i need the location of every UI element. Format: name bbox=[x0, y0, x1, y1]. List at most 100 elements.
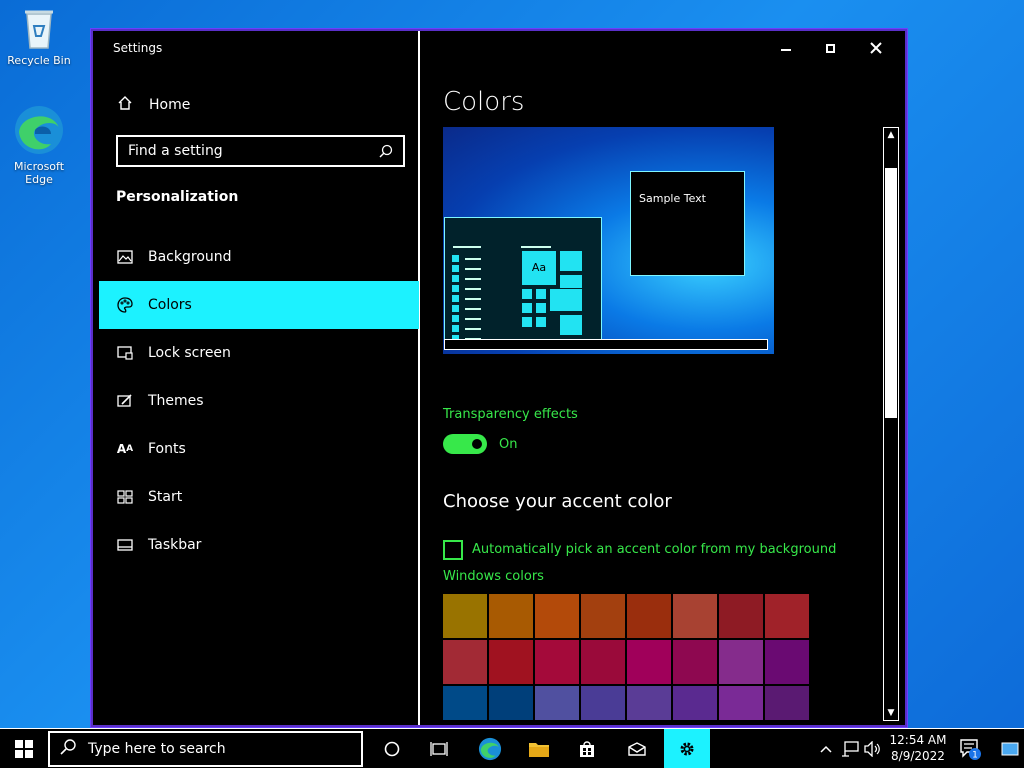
preview-tile bbox=[535, 302, 547, 314]
clock-date: 8/9/2022 bbox=[891, 749, 945, 763]
start-icon bbox=[116, 488, 134, 506]
preview-app-line bbox=[465, 328, 481, 330]
taskbar-icon bbox=[116, 536, 134, 554]
accent-swatch[interactable] bbox=[627, 686, 671, 720]
preview-app-square bbox=[451, 264, 460, 273]
accent-swatch[interactable] bbox=[489, 640, 533, 684]
accent-swatch[interactable] bbox=[673, 640, 717, 684]
accent-swatch[interactable] bbox=[443, 594, 487, 638]
taskbar: Type here to search 12:54 AM 8/9/2022 1 bbox=[0, 728, 1024, 768]
gear-icon bbox=[680, 742, 694, 756]
accent-swatch[interactable] bbox=[673, 686, 717, 720]
accent-swatch[interactable] bbox=[765, 686, 809, 720]
notification-icon: 1 bbox=[960, 739, 981, 760]
store-icon bbox=[580, 741, 594, 757]
accent-swatch[interactable] bbox=[535, 640, 579, 684]
cortana-button[interactable] bbox=[369, 729, 415, 768]
file-explorer-button[interactable] bbox=[516, 729, 562, 768]
edge-desktop-icon[interactable]: Microsoft Edge bbox=[1, 104, 77, 186]
mail-icon bbox=[628, 742, 646, 756]
preview-tile bbox=[521, 288, 533, 300]
accent-swatch[interactable] bbox=[765, 594, 809, 638]
preview-app-square bbox=[451, 314, 460, 323]
accent-swatch[interactable] bbox=[673, 594, 717, 638]
preview-start-menu: Aa bbox=[444, 217, 602, 343]
transparency-toggle[interactable] bbox=[443, 434, 487, 454]
accent-swatch[interactable] bbox=[765, 640, 809, 684]
accent-swatch[interactable] bbox=[489, 686, 533, 720]
accent-swatch[interactable] bbox=[719, 640, 763, 684]
task-view-icon bbox=[430, 742, 448, 756]
preview-app-line bbox=[465, 318, 481, 320]
accent-swatch[interactable] bbox=[443, 640, 487, 684]
mail-button[interactable] bbox=[614, 729, 660, 768]
accent-swatch[interactable] bbox=[627, 594, 671, 638]
scroll-down-icon[interactable]: ▼ bbox=[884, 706, 898, 720]
lock-screen-icon bbox=[116, 344, 134, 362]
scroll-up-icon[interactable]: ▲ bbox=[884, 128, 898, 142]
edge-label-line1: Microsoft bbox=[13, 160, 65, 173]
accent-swatch[interactable] bbox=[535, 686, 579, 720]
accent-swatch[interactable] bbox=[535, 594, 579, 638]
auto-accent-label[interactable]: Automatically pick an accent color from … bbox=[472, 542, 836, 557]
preview-app-square bbox=[451, 284, 460, 293]
show-hidden-icons-button[interactable] bbox=[815, 729, 837, 768]
show-desktop-button[interactable] bbox=[996, 729, 1024, 768]
preview-tile bbox=[521, 302, 533, 314]
accent-swatch[interactable] bbox=[719, 594, 763, 638]
accent-swatch[interactable] bbox=[581, 594, 625, 638]
sidebar-item-themes[interactable]: Themes bbox=[99, 377, 419, 425]
accent-swatch[interactable] bbox=[443, 686, 487, 720]
sidebar-item-label: Background bbox=[148, 249, 232, 265]
action-center-button[interactable]: 1 bbox=[952, 729, 988, 768]
scroll-thumb[interactable] bbox=[885, 168, 897, 418]
taskbar-edge-button[interactable] bbox=[467, 729, 513, 768]
taskbar-search-box[interactable]: Type here to search bbox=[48, 731, 363, 767]
accent-swatch[interactable] bbox=[719, 686, 763, 720]
home-nav-item[interactable]: Home bbox=[117, 95, 190, 115]
preview-sample-text: Sample Text bbox=[639, 192, 706, 205]
start-button[interactable] bbox=[0, 729, 48, 768]
preview-taskbar bbox=[444, 339, 768, 350]
preview-app-line bbox=[465, 278, 481, 280]
find-setting-input[interactable]: Find a setting bbox=[116, 135, 405, 167]
auto-accent-checkbox[interactable] bbox=[443, 540, 463, 560]
sidebar-item-label: Themes bbox=[148, 393, 204, 409]
recycle-bin-icon bbox=[25, 10, 53, 49]
desktop-icon bbox=[1001, 742, 1019, 756]
sidebar-item-lock-screen[interactable]: Lock screen bbox=[99, 329, 419, 377]
edge-label-line2: Edge bbox=[25, 173, 53, 186]
transparency-label: Transparency effects bbox=[443, 407, 578, 422]
preview-tile: Aa bbox=[521, 250, 557, 286]
cortana-icon bbox=[384, 741, 400, 757]
taskbar-search-placeholder: Type here to search bbox=[88, 741, 226, 757]
sidebar-item-colors[interactable]: Colors bbox=[99, 281, 419, 329]
task-view-button[interactable] bbox=[416, 729, 462, 768]
accent-swatch[interactable] bbox=[581, 686, 625, 720]
theme-preview: Aa Sample Text bbox=[443, 127, 774, 354]
accent-swatch[interactable] bbox=[489, 594, 533, 638]
recycle-bin-desktop-icon[interactable]: Recycle Bin bbox=[1, 6, 77, 67]
preview-app-square bbox=[451, 324, 460, 333]
clock-time: 12:54 AM bbox=[889, 733, 947, 747]
sidebar-item-start[interactable]: Start bbox=[99, 473, 419, 521]
brush-icon bbox=[116, 392, 134, 410]
network-button[interactable] bbox=[839, 729, 861, 768]
accent-swatch[interactable] bbox=[581, 640, 625, 684]
page-title: Colors bbox=[443, 87, 525, 117]
preview-tile-text: Aa bbox=[531, 261, 547, 274]
sidebar-item-taskbar[interactable]: Taskbar bbox=[99, 521, 419, 569]
settings-window: Settings Home Find a setting Personaliza… bbox=[91, 29, 907, 727]
sidebar-item-fonts[interactable]: AA Fonts bbox=[99, 425, 419, 473]
accent-swatch[interactable] bbox=[627, 640, 671, 684]
scrollbar[interactable]: ▲ ▼ bbox=[883, 127, 899, 721]
sidebar-item-label: Start bbox=[148, 489, 183, 505]
store-button[interactable] bbox=[564, 729, 610, 768]
taskbar-settings-button[interactable] bbox=[664, 729, 710, 768]
network-icon bbox=[842, 741, 859, 757]
taskbar-clock[interactable]: 12:54 AM 8/9/2022 bbox=[888, 732, 948, 764]
sidebar-item-background[interactable]: Background bbox=[99, 233, 419, 281]
folder-icon bbox=[529, 743, 549, 757]
volume-button[interactable] bbox=[862, 729, 884, 768]
preview-app-line bbox=[465, 288, 481, 290]
